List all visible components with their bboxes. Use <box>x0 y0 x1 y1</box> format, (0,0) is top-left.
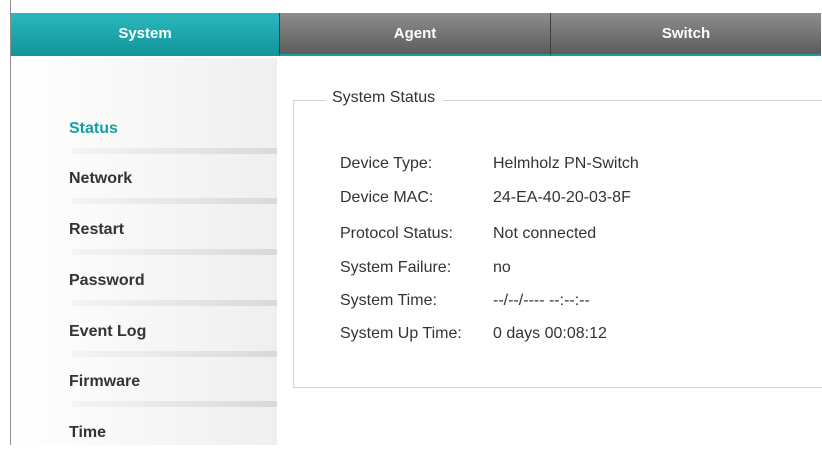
sidebar-item-event-log[interactable]: Event Log <box>11 311 277 357</box>
tab-system[interactable]: System <box>11 13 279 56</box>
tab-switch[interactable]: Switch <box>550 13 821 56</box>
sidebar-item-label: Event Log <box>69 323 147 340</box>
sidebar-item-label: Firmware <box>69 373 141 390</box>
tab-agent[interactable]: Agent <box>279 13 550 56</box>
system-status-panel <box>293 100 822 388</box>
sidebar-item-password[interactable]: Password <box>11 260 277 306</box>
status-key: Device MAC: <box>340 189 434 206</box>
status-key: System Time: <box>340 292 437 309</box>
sidebar-item-label: Password <box>69 272 145 289</box>
panel-title: System Status <box>326 89 444 107</box>
sidebar: Status Network Restart Password Event Lo… <box>11 58 277 445</box>
status-value: no <box>493 259 511 276</box>
sidebar-item-time[interactable]: Time <box>11 412 277 458</box>
sidebar-item-label: Restart <box>69 221 125 238</box>
sidebar-item-restart[interactable]: Restart <box>11 209 277 255</box>
sidebar-divider <box>72 300 277 306</box>
sidebar-item-status[interactable]: Status <box>11 108 277 154</box>
sidebar-item-label: Status <box>69 120 118 137</box>
sidebar-divider <box>72 198 277 204</box>
status-value: Helmholz PN-Switch <box>493 155 639 172</box>
sidebar-divider <box>72 401 277 407</box>
status-key: Device Type: <box>340 155 433 172</box>
status-value: 0 days 00:08:12 <box>493 325 607 342</box>
sidebar-item-label: Network <box>69 170 133 187</box>
status-value: 24-EA-40-20-03-8F <box>493 189 631 206</box>
status-key: Protocol Status: <box>340 225 453 242</box>
status-key: System Failure: <box>340 259 452 276</box>
sidebar-item-network[interactable]: Network <box>11 158 277 204</box>
top-tab-bar: System Agent Switch <box>11 13 822 56</box>
sidebar-divider <box>72 249 277 255</box>
status-value: --/--/---- --:--:-- <box>493 292 590 309</box>
sidebar-item-firmware[interactable]: Firmware <box>11 361 277 407</box>
sidebar-item-label: Time <box>69 424 107 441</box>
sidebar-divider <box>72 148 277 154</box>
status-key: System Up Time: <box>340 325 462 342</box>
sidebar-divider <box>72 351 277 357</box>
status-value: Not connected <box>493 225 597 242</box>
